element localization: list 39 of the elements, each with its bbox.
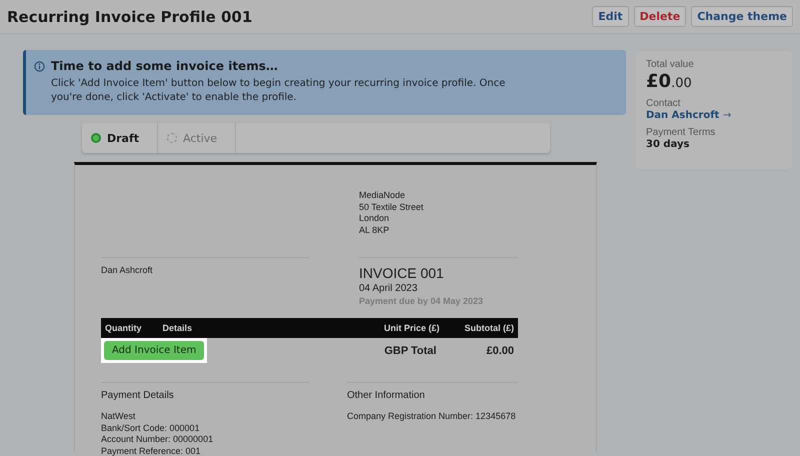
total-label: GBP Total: [384, 344, 436, 356]
banner-title: Time to add some invoice items…: [51, 59, 278, 73]
address-line: MediaNode: [359, 190, 406, 202]
summary-value: 30 days: [646, 139, 690, 150]
column-header: Subtotal (£): [464, 323, 514, 333]
info-icon: [34, 60, 45, 72]
radio-selected-icon: [91, 133, 101, 143]
invoice-date: 04 April 2023: [359, 283, 418, 294]
radio-empty-icon: [167, 133, 178, 143]
contact-link[interactable]: Dan Ashcroft →: [646, 110, 782, 121]
payment-line: Bank/Sort Code: 000001: [101, 422, 201, 434]
payment-line: NatWest: [101, 411, 136, 422]
header-button[interactable]: Delete: [634, 6, 686, 27]
page-title: Recurring Invoice Profile 001: [7, 8, 252, 26]
invoice-title: INVOICE 001: [359, 265, 445, 281]
total-value: £0.00: [486, 344, 514, 356]
payment-line: Payment Reference: 001: [101, 446, 202, 456]
column-header: Unit Price (£): [384, 323, 440, 333]
header-button[interactable]: Change theme: [691, 6, 793, 27]
section-heading: Other Information: [347, 390, 426, 401]
due-date: Payment due by 04 May 2023: [359, 296, 484, 306]
column-header: Quantity: [105, 323, 142, 333]
status-step[interactable]: Draft: [82, 123, 158, 153]
header-button[interactable]: Edit: [592, 6, 629, 27]
client-name: Dan Ashcroft: [101, 265, 154, 275]
add-item-button[interactable]: Add Invoice Item: [104, 341, 204, 360]
summary-label: Payment Terms: [646, 127, 716, 138]
address-line: London: [359, 213, 390, 224]
total-amount: £0.00: [646, 71, 693, 92]
banner-text: Click 'Add Invoice Item' button below to begin creating your recurring invoice profile. Once you're done, click 'Activate' to enable the profile.: [51, 77, 506, 105]
address-line: AL 8KP: [359, 224, 390, 236]
summary-label: Contact: [646, 98, 682, 109]
column-header: Details: [162, 323, 194, 333]
summary-label: Total value: [646, 59, 695, 70]
section-heading: Payment Details: [101, 390, 175, 401]
address-line: 50 Textile Street: [359, 202, 424, 213]
info-line: Company Registration Number: 12345678: [347, 411, 517, 422]
status-step[interactable]: Active: [158, 123, 236, 153]
payment-line: Account Number: 00000001: [101, 434, 214, 446]
